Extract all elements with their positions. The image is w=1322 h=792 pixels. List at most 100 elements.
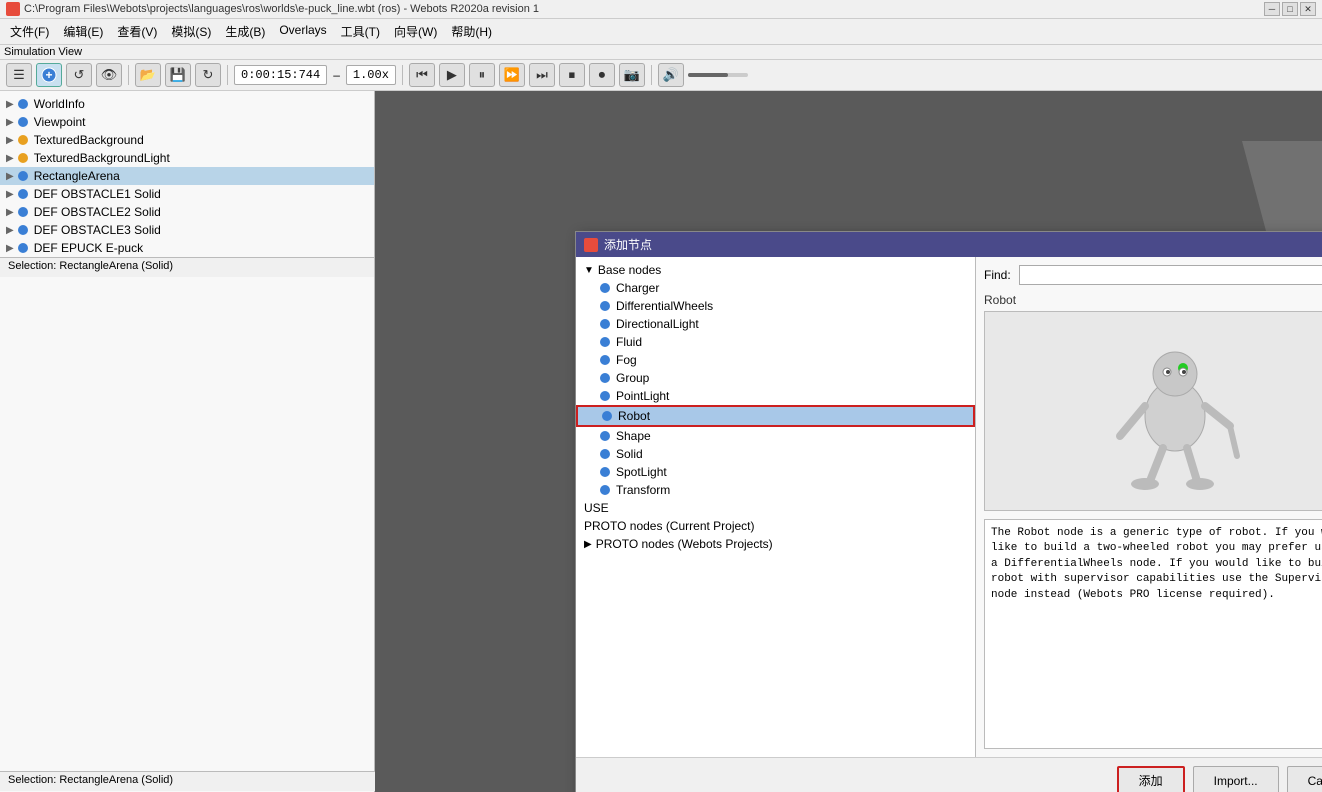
arrow-icon: ▶ (6, 225, 14, 236)
find-row: Find: (984, 265, 1322, 285)
node-label: Group (616, 371, 649, 385)
node-robot[interactable]: Robot (576, 405, 975, 427)
arrow-icon: ▶ (6, 117, 14, 128)
node-charger[interactable]: Charger (576, 279, 975, 297)
section-proto-current[interactable]: PROTO nodes (Current Project) (576, 517, 975, 535)
svg-text:+: + (45, 68, 52, 82)
node-dot (18, 171, 28, 181)
node-dot (18, 135, 28, 145)
toolbar: ☰ + ↺ 👁 📂 💾 ↻ 0:00:15:744 – 1.00x ⏮ ▶ ⏸ … (0, 60, 1322, 91)
reload-button[interactable]: ↻ (195, 63, 221, 87)
node-dot (600, 373, 610, 383)
node-dot (600, 485, 610, 495)
arrow-icon: ▶ (6, 99, 14, 110)
add-button[interactable]: 添加 (1117, 766, 1185, 792)
tree-item-label: TexturedBackgroundLight (34, 151, 170, 165)
tree-item-texturedbg[interactable]: ▶ TexturedBackground (0, 131, 374, 149)
node-dot (602, 411, 612, 421)
tree-item-label: TexturedBackground (34, 133, 144, 147)
tree-item-label: DEF OBSTACLE2 Solid (34, 205, 161, 219)
arrow-icon: ▶ (6, 171, 14, 182)
cancel-button[interactable]: Cancel (1287, 766, 1322, 792)
node-transform[interactable]: Transform (576, 481, 975, 499)
add-node-dialog: 添加节点 ? ✕ ▼ Base nodes Charge (575, 231, 1322, 792)
tree-item-epuck[interactable]: ▶ DEF EPUCK E-puck (0, 239, 374, 257)
section-use[interactable]: USE (576, 499, 975, 517)
node-label: Charger (616, 281, 659, 295)
node-dot (18, 189, 28, 199)
panel-toggle-button[interactable]: ☰ (6, 63, 32, 87)
rewind-button[interactable]: ⏮ (409, 63, 435, 87)
tree-item-texturedbglight[interactable]: ▶ TexturedBackgroundLight (0, 149, 374, 167)
dash-separator: – (331, 68, 342, 82)
tree-item-viewpoint[interactable]: ▶ Viewpoint (0, 113, 374, 131)
menu-wizard[interactable]: 向导(W) (388, 21, 443, 42)
tree-item-label: DEF OBSTACLE3 Solid (34, 223, 161, 237)
menu-help[interactable]: 帮助(H) (445, 21, 498, 42)
volume-button[interactable]: 🔊 (658, 63, 684, 87)
add-node-button[interactable]: + (36, 63, 62, 87)
dialog-titlebar: 添加节点 ? ✕ (576, 232, 1322, 257)
node-fog[interactable]: Fog (576, 351, 975, 369)
node-directionallight[interactable]: DirectionalLight (576, 315, 975, 333)
find-input[interactable] (1019, 265, 1322, 285)
node-label: SpotLight (616, 465, 667, 479)
tree-item-label: DEF EPUCK E-puck (34, 241, 143, 255)
fast-forward2-button[interactable]: ⏭ (529, 63, 555, 87)
view-toggle-button[interactable]: 👁 (96, 63, 122, 87)
node-group[interactable]: Group (576, 369, 975, 387)
node-fluid[interactable]: Fluid (576, 333, 975, 351)
node-solid[interactable]: Solid (576, 445, 975, 463)
arrow-icon: ▶ (6, 243, 14, 254)
node-dot (18, 153, 28, 163)
node-differentialwheels[interactable]: DifferentialWheels (576, 297, 975, 315)
maximize-button[interactable]: □ (1282, 2, 1298, 16)
section-base-nodes[interactable]: ▼ Base nodes (576, 261, 975, 279)
node-label: Transform (616, 483, 670, 497)
tree-item-obstacle2[interactable]: ▶ DEF OBSTACLE2 Solid (0, 203, 374, 221)
node-dot (600, 391, 610, 401)
node-dot (18, 99, 28, 109)
save-button[interactable]: 💾 (165, 63, 191, 87)
step-button[interactable]: ▶ (439, 63, 465, 87)
pause-button[interactable]: ⏸ (469, 63, 495, 87)
node-description: The Robot node is a generic type of robo… (984, 519, 1322, 749)
menu-tools[interactable]: 工具(T) (335, 21, 386, 42)
arrow-icon: ▶ (6, 189, 14, 200)
screenshot-button[interactable]: 📷 (619, 63, 645, 87)
menu-edit[interactable]: 编辑(E) (57, 21, 109, 42)
open-button[interactable]: 📂 (135, 63, 161, 87)
section-label: USE (584, 501, 609, 515)
node-spotlight[interactable]: SpotLight (576, 463, 975, 481)
close-button[interactable]: ✕ (1300, 2, 1316, 16)
tree-item-label: WorldInfo (34, 97, 85, 111)
separator3 (402, 65, 403, 85)
undo-button[interactable]: ↺ (66, 63, 92, 87)
node-dot (18, 225, 28, 235)
menu-file[interactable]: 文件(F) (4, 21, 55, 42)
menu-build[interactable]: 生成(B) (219, 21, 271, 42)
import-button[interactable]: Import... (1193, 766, 1279, 792)
minimize-button[interactable]: ─ (1264, 2, 1280, 16)
dialog-icon (584, 238, 598, 252)
section-label: PROTO nodes (Webots Projects) (596, 537, 773, 551)
sim-view-label: Simulation View (0, 45, 1322, 60)
section-proto-webots[interactable]: ▶ PROTO nodes (Webots Projects) (576, 535, 975, 553)
tree-item-label: Viewpoint (34, 115, 86, 129)
tree-item-obstacle3[interactable]: ▶ DEF OBSTACLE3 Solid (0, 221, 374, 239)
tree-item-obstacle1[interactable]: ▶ DEF OBSTACLE1 Solid (0, 185, 374, 203)
fast-forward-button[interactable]: ⏩ (499, 63, 525, 87)
stop-button[interactable]: ⏹ (559, 63, 585, 87)
volume-slider[interactable] (688, 73, 748, 77)
menu-overlays[interactable]: Overlays (273, 21, 332, 42)
tree-item-label: RectangleArena (34, 169, 120, 183)
menu-view[interactable]: 查看(V) (111, 21, 163, 42)
record-button[interactable]: ⏺ (589, 63, 615, 87)
node-pointlight[interactable]: PointLight (576, 387, 975, 405)
menu-simulate[interactable]: 模拟(S) (165, 21, 217, 42)
node-shape[interactable]: Shape (576, 427, 975, 445)
node-label: Solid (616, 447, 643, 461)
robot-preview-svg (1105, 326, 1245, 496)
tree-item-rectanglearena[interactable]: ▶ RectangleArena (0, 167, 374, 185)
tree-item-worldinfo[interactable]: ▶ WorldInfo (0, 95, 374, 113)
